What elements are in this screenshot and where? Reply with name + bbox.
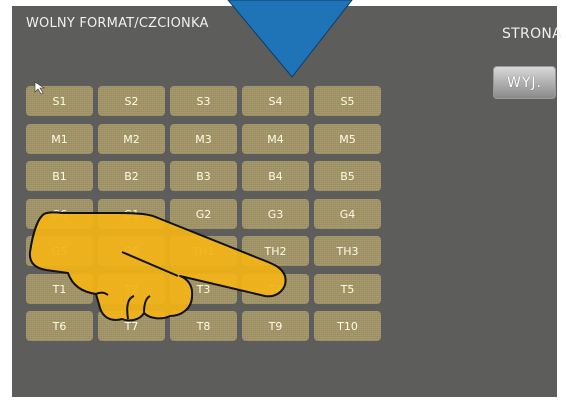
down-triangle-icon xyxy=(227,0,353,78)
mouse-cursor-icon xyxy=(34,81,45,95)
screen: WOLNY FORMAT/CZCIONKA STRONA WYJ. S1 S2 S3… xyxy=(0,0,566,405)
overlay xyxy=(28,0,353,322)
hand-pointer-icon xyxy=(28,211,287,322)
